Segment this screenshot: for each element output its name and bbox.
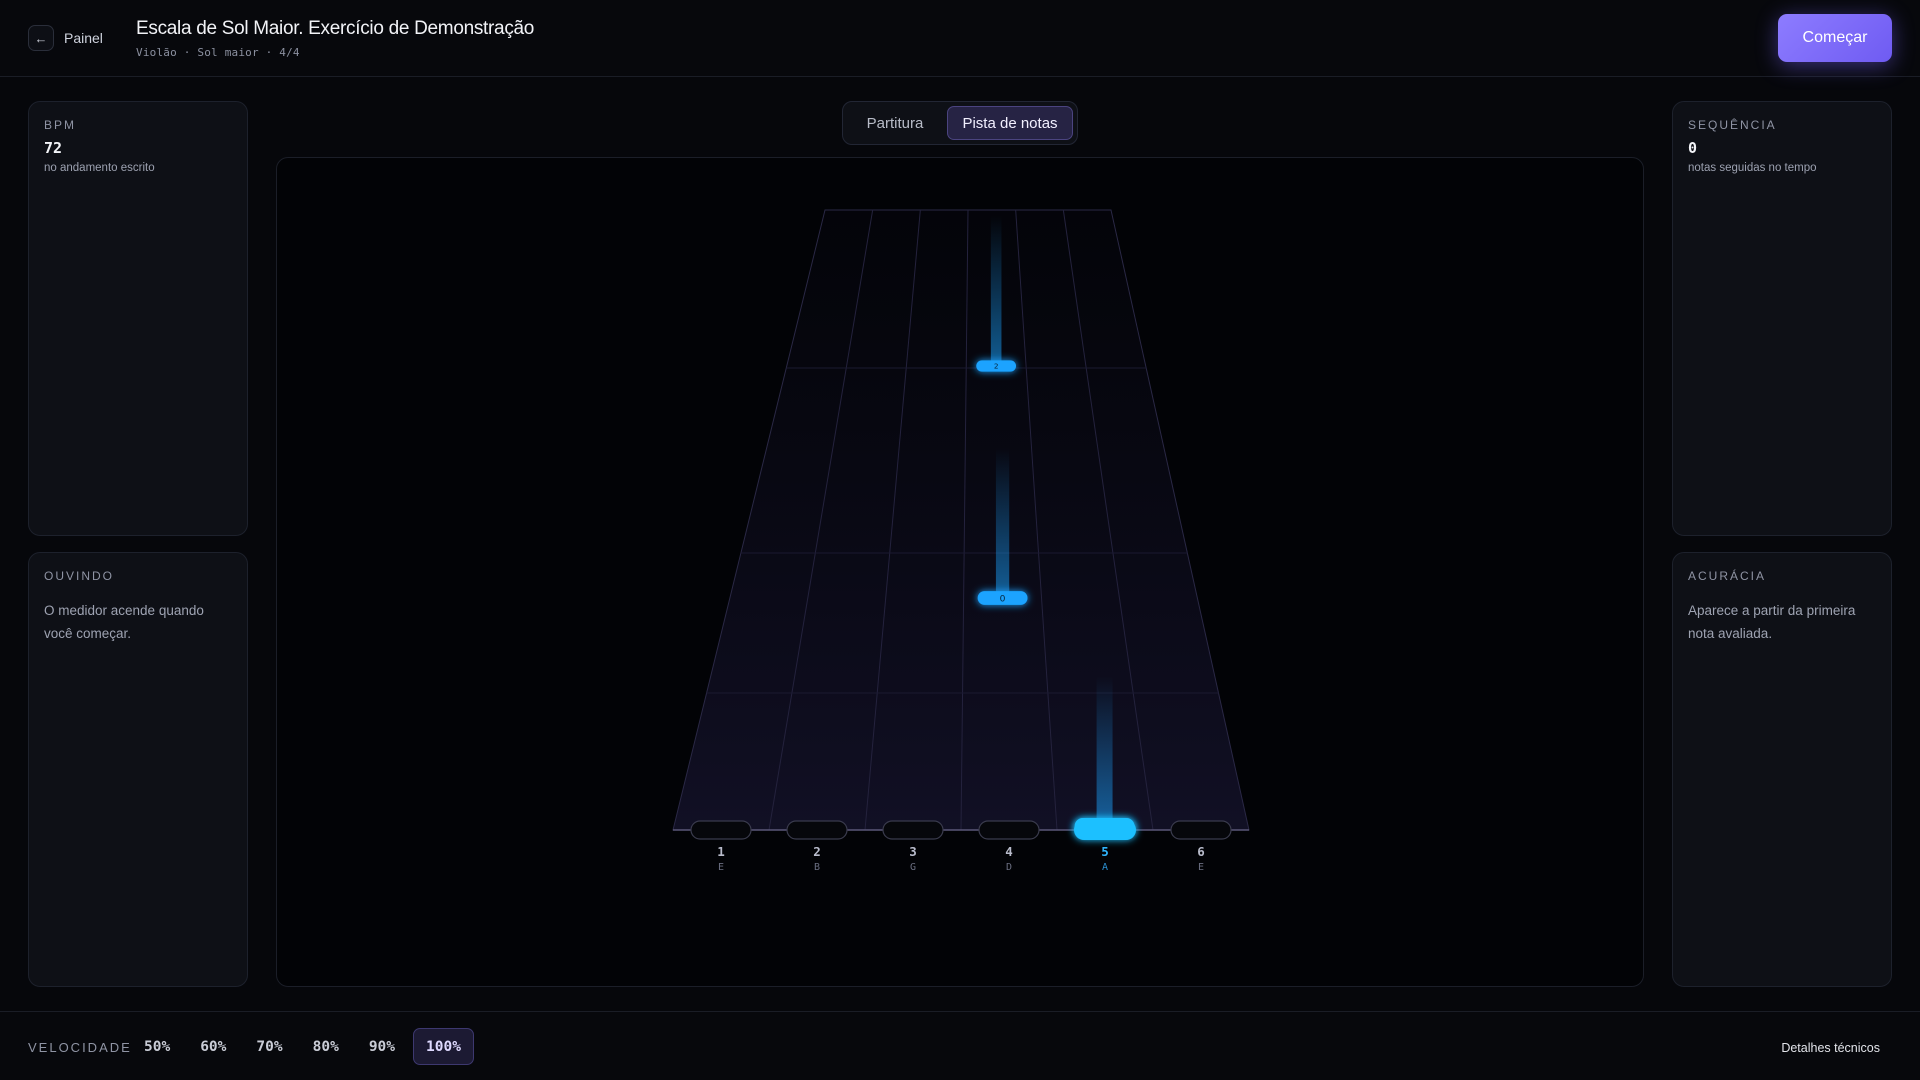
speed-option-90[interactable]: 90% (357, 1028, 407, 1065)
speed-label: VELOCIDADE (28, 1040, 132, 1055)
note-trail (990, 216, 1002, 366)
string-number: 2 (813, 844, 821, 859)
bpm-panel: BPM 72 no andamento escrito (28, 101, 248, 536)
accuracy-label: ACURÁCIA (1688, 569, 1767, 583)
string-number: 4 (1005, 844, 1013, 859)
note-fret-label: 0 (1000, 594, 1006, 604)
note-trail (1096, 676, 1113, 826)
bpm-value: 72 (44, 139, 63, 157)
exercise-subtitle: Violão · Sol maior · 4/4 (136, 46, 300, 59)
bpm-label: BPM (44, 118, 77, 132)
sequence-caption: notas seguidas no tempo (1688, 162, 1817, 174)
bpm-caption: no andamento escrito (44, 162, 155, 174)
bottom-bar: VELOCIDADE 50% 60% 70% 80% 90% 100% Deta… (0, 1011, 1920, 1080)
speed-option-100[interactable]: 100% (413, 1028, 474, 1065)
string-note-name: D (1006, 862, 1012, 873)
string-number: 5 (1101, 844, 1109, 859)
speed-option-60[interactable]: 60% (188, 1028, 238, 1065)
string-note-name: E (1198, 862, 1204, 873)
string-note-name: G (910, 862, 916, 873)
start-button[interactable]: Começar (1778, 14, 1892, 62)
technical-details-link[interactable]: Detalhes técnicos (1781, 1041, 1880, 1055)
listening-text: O medidor acende quando você começar. (44, 603, 204, 641)
string-number: 3 (909, 844, 917, 859)
arrow-left-icon: ← (28, 25, 54, 51)
string-receptor (690, 820, 752, 840)
page-title: Escala de Sol Maior. Exercício de Demons… (136, 18, 535, 39)
note-fret-label: 2 (994, 362, 999, 371)
note-highway: 3021E2B3G4D5A6E (672, 209, 1250, 873)
accuracy-panel: ACURÁCIA Aparece a partir da primeira no… (1672, 552, 1892, 987)
tab-note-highway[interactable]: Pista de notas (947, 106, 1073, 140)
accuracy-text: Aparece a partir da primeira nota avalia… (1688, 603, 1856, 641)
listening-panel: OUVINDO O medidor acende quando você com… (28, 552, 248, 987)
speed-selector: 50% 60% 70% 80% 90% 100% (132, 1028, 480, 1065)
string-note-name: A (1102, 862, 1108, 873)
sequence-label: SEQUÊNCIA (1688, 118, 1777, 132)
string-number: 1 (717, 844, 725, 859)
sequence-panel: SEQUÊNCIA 0 notas seguidas no tempo (1672, 101, 1892, 536)
sequence-value: 0 (1688, 139, 1698, 157)
string-number: 6 (1197, 844, 1205, 859)
string-receptor (882, 820, 944, 840)
string-receptor (786, 820, 848, 840)
string-receptor (978, 820, 1040, 840)
back-label: Painel (64, 30, 103, 46)
speed-option-70[interactable]: 70% (244, 1028, 294, 1065)
exercise-title-block: Escala de Sol Maior. Exercício de Demons… (136, 18, 534, 59)
string-receptor (1170, 820, 1232, 840)
view-tabs: Partitura Pista de notas (842, 101, 1078, 145)
back-to-dashboard-button[interactable]: ← Painel (28, 25, 103, 51)
note-highway-stage: 3021E2B3G4D5A6E (276, 157, 1644, 987)
speed-option-80[interactable]: 80% (301, 1028, 351, 1065)
tab-sheet-music[interactable]: Partitura (847, 106, 943, 140)
string-receptor-active (1074, 820, 1136, 840)
top-bar: ← Painel Escala de Sol Maior. Exercício … (0, 0, 1920, 77)
string-note-name: B (814, 862, 820, 873)
listening-label: OUVINDO (44, 569, 115, 583)
highway-surface (672, 209, 1250, 831)
speed-option-50[interactable]: 50% (132, 1028, 182, 1065)
note-trail (995, 448, 1010, 598)
string-note-name: E (718, 862, 724, 873)
